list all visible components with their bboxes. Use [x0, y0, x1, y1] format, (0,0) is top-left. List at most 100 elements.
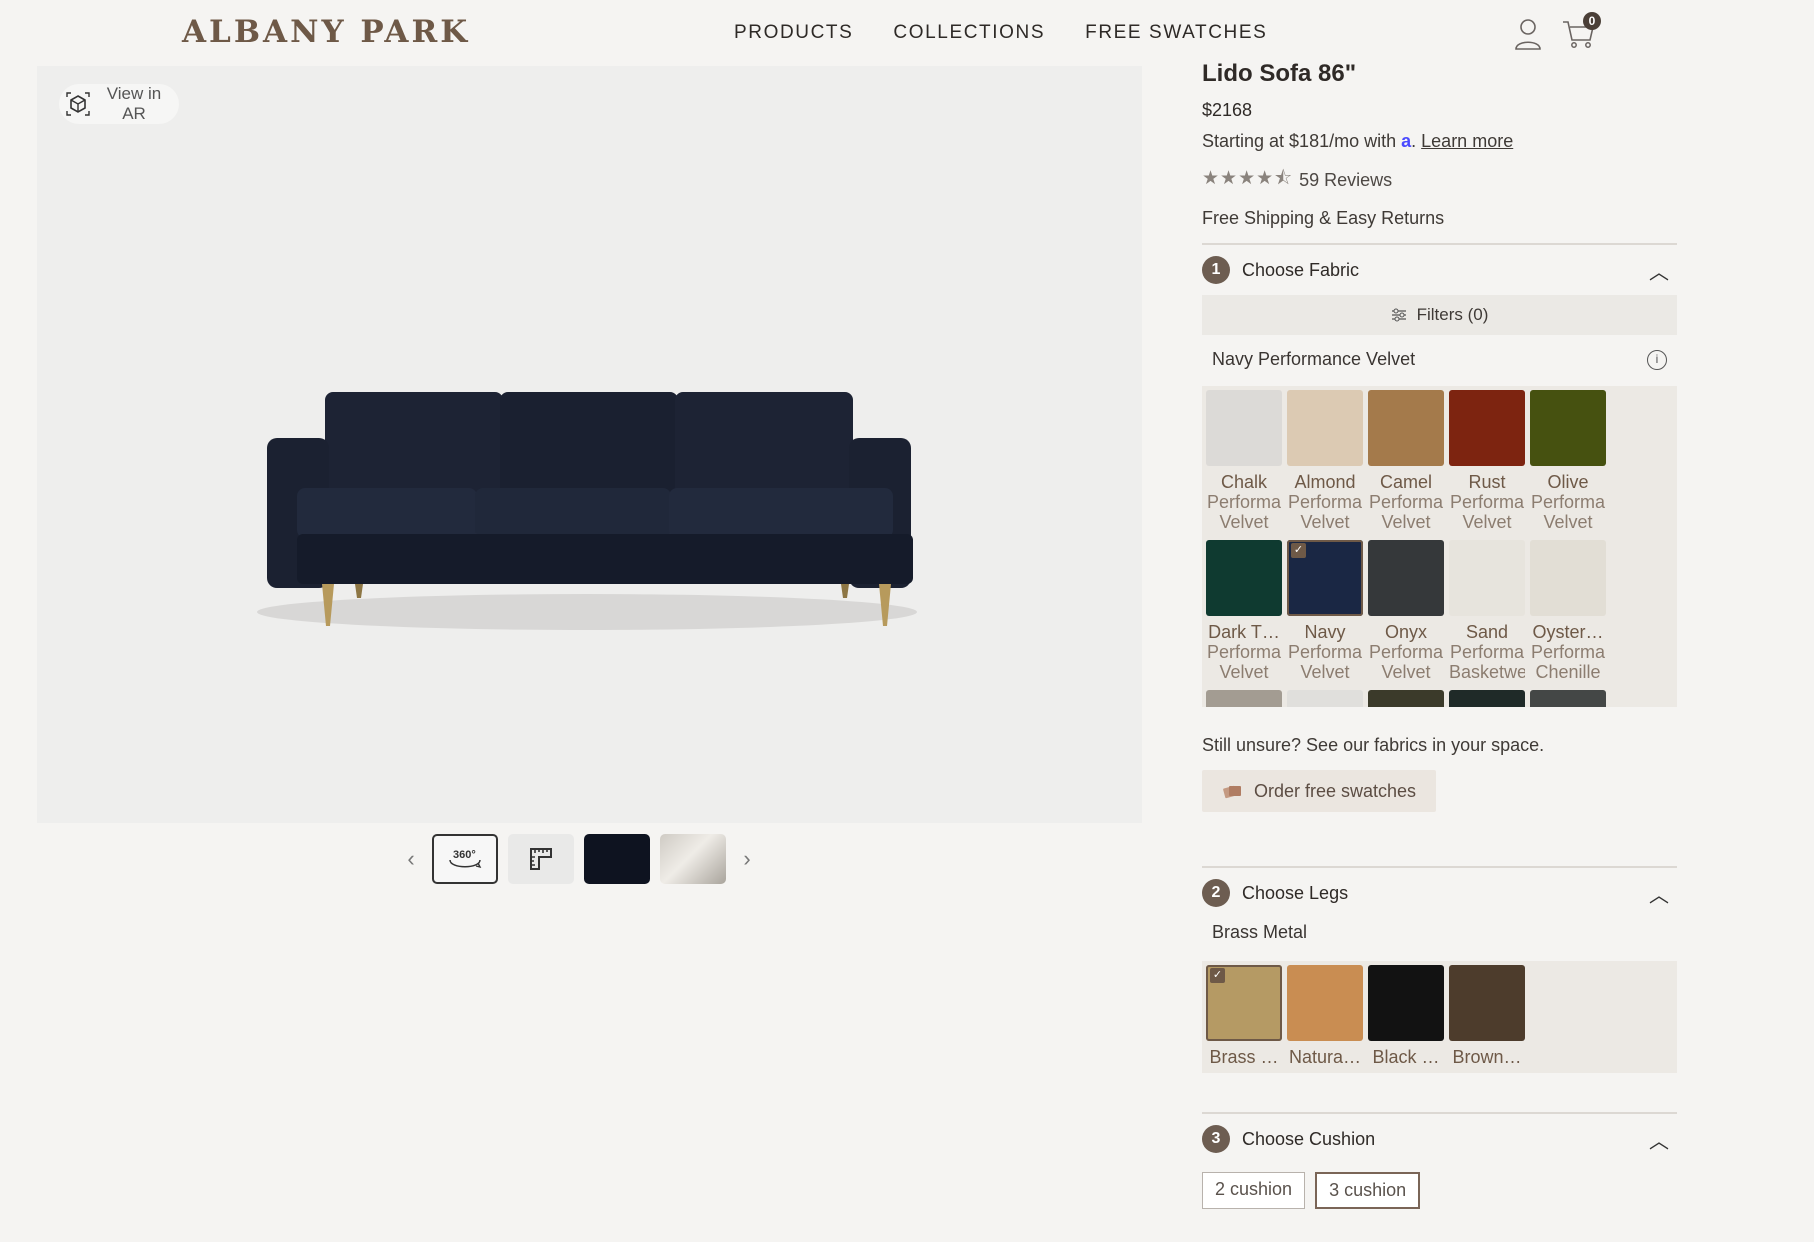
fabric-section-header[interactable]: 1 Choose Fabric ︿	[1202, 245, 1677, 295]
fabric-swatch[interactable]: Sand Performa Basketwe	[1449, 540, 1525, 682]
reviews-count[interactable]: 59 Reviews	[1299, 170, 1392, 191]
swatch-name: Onyx	[1384, 622, 1427, 642]
fabric-swatch[interactable]: Oyster… Performa Chenille	[1530, 540, 1606, 682]
gallery-thumbnails: ‹ 360° ›	[400, 834, 758, 884]
fabric-swatch-partial[interactable]	[1530, 690, 1606, 707]
fabric-chip[interactable]	[1530, 390, 1606, 466]
legs-swatch[interactable]: ✓ Brass …	[1206, 965, 1282, 1067]
legs-swatch[interactable]: Black …	[1368, 965, 1444, 1067]
swatch-material: Performa	[1287, 642, 1363, 662]
rating[interactable]: ★★★★⯪ 59 Reviews	[1202, 164, 1677, 196]
legs-chip[interactable]: ✓	[1206, 965, 1282, 1041]
fabric-chip[interactable]	[1530, 540, 1606, 616]
swatch-type: Basketwe	[1449, 662, 1525, 682]
fabric-chip[interactable]	[1287, 390, 1363, 466]
legs-swatch[interactable]: Natura…	[1287, 965, 1363, 1067]
swatch-name: Navy	[1304, 622, 1346, 642]
swatch-name: Chalk	[1220, 472, 1268, 492]
fabric-chip[interactable]	[1287, 690, 1363, 707]
order-swatches-label: Order free swatches	[1254, 780, 1417, 801]
swatch-name: Camel	[1379, 472, 1432, 492]
fabric-chip[interactable]	[1449, 690, 1525, 707]
swatch-name: Natura…	[1288, 1047, 1362, 1067]
swatch-type: Velvet	[1381, 662, 1431, 682]
swatch-material: Performa	[1287, 492, 1363, 512]
fabric-swatch[interactable]: Onyx Performa Velvet	[1368, 540, 1444, 682]
fabric-chip[interactable]	[1206, 690, 1282, 707]
fabric-chip[interactable]	[1449, 540, 1525, 616]
selected-fabric-name: Navy Performance Velvet	[1212, 349, 1416, 369]
fabric-chip[interactable]	[1368, 540, 1444, 616]
legs-chip[interactable]	[1368, 965, 1444, 1041]
fabric-swatch[interactable]: Camel Performa Velvet	[1368, 390, 1444, 532]
product-title: Lido Sofa 86"	[1202, 60, 1357, 87]
main-nav: PRODUCTS COLLECTIONS FREE SWATCHES	[734, 22, 1267, 44]
nav-products[interactable]: PRODUCTS	[734, 22, 853, 44]
fabric-swatch[interactable]: Almond Performa Velvet	[1287, 390, 1363, 532]
fabric-swatch[interactable]: Rust Performa Velvet	[1449, 390, 1525, 532]
swatch-name: Almond	[1294, 472, 1356, 492]
fabric-swatch-partial[interactable]	[1206, 690, 1282, 707]
swatch-name: Sand	[1465, 622, 1509, 642]
legs-section: 2 Choose Legs ︿ Brass Metal ✓ Brass … Natu…	[1202, 866, 1677, 1073]
financing-prefix: Starting at $181/mo with	[1202, 131, 1397, 151]
legs-chip[interactable]	[1449, 965, 1525, 1041]
thumb-room-scene[interactable]	[660, 834, 726, 884]
swatch-name: Rust	[1468, 472, 1506, 492]
fabric-swatch-partial[interactable]	[1368, 690, 1444, 707]
swatch-material: Performa	[1368, 492, 1444, 512]
check-icon: ✓	[1210, 968, 1225, 983]
fabric-chip[interactable]	[1368, 390, 1444, 466]
brand-logo[interactable]: ALBANY PARK	[182, 14, 470, 50]
fabric-chip[interactable]	[1206, 540, 1282, 616]
cushion-option-button[interactable]: 2 cushion	[1202, 1172, 1306, 1209]
fabric-chip[interactable]	[1206, 390, 1282, 466]
fabric-swatch[interactable]: Chalk Performa Velvet	[1206, 390, 1282, 532]
unsure-text: Still unsure? See our fabrics in your sp…	[1202, 735, 1545, 755]
chevron-up-icon[interactable]: ︿	[1649, 879, 1669, 908]
swatch-name: Black …	[1372, 1047, 1440, 1067]
nav-collections[interactable]: COLLECTIONS	[893, 22, 1045, 44]
fabric-swatch-partial[interactable]	[1449, 690, 1525, 707]
view-in-ar-button[interactable]: View in AR	[59, 84, 179, 124]
thumb-360[interactable]: 360°	[432, 834, 498, 884]
fabric-chip[interactable]: ✓	[1287, 540, 1363, 616]
legs-swatch[interactable]: Brown…	[1449, 965, 1525, 1067]
swatch-material: Performa	[1449, 492, 1525, 512]
prev-arrow-icon[interactable]: ‹	[400, 846, 422, 872]
info-icon[interactable]: i	[1647, 349, 1667, 370]
filters-button[interactable]: Filters (0)	[1202, 295, 1677, 335]
swatch-type: Velvet	[1381, 512, 1431, 532]
fabric-swatch[interactable]: ✓ Navy Performa Velvet	[1287, 540, 1363, 682]
fabric-section: 1 Choose Fabric ︿ Filters (0) Navy Perfo…	[1202, 243, 1677, 812]
legs-swatch-grid: ✓ Brass … Natura… Black … Brown…	[1202, 961, 1677, 1073]
legs-section-header[interactable]: 2 Choose Legs ︿	[1202, 868, 1677, 918]
fabric-chip[interactable]	[1449, 390, 1525, 466]
fabric-chip[interactable]	[1530, 690, 1606, 707]
fabric-swatch-grid: Chalk Performa Velvet Almond Performa Velvet C…	[1202, 386, 1677, 707]
cushion-section-title: Choose Cushion	[1242, 1128, 1376, 1149]
nav-free-swatches[interactable]: FREE SWATCHES	[1085, 22, 1267, 44]
thumb-dimensions[interactable]	[508, 834, 574, 884]
cushion-section-header[interactable]: 3 Choose Cushion ︿	[1202, 1114, 1677, 1164]
fabric-section-title: Choose Fabric	[1242, 259, 1360, 280]
fabric-swatch[interactable]: Dark T… Performa Velvet	[1206, 540, 1282, 682]
step-number: 1	[1202, 256, 1230, 284]
fabric-swatch[interactable]: Olive Performa Velvet	[1530, 390, 1606, 532]
order-swatches-button[interactable]: Order free swatches	[1202, 770, 1437, 812]
chevron-up-icon[interactable]: ︿	[1649, 256, 1669, 285]
legs-chip[interactable]	[1287, 965, 1363, 1041]
swatch-type: Velvet	[1219, 512, 1269, 532]
product-info: Lido Sofa 86" $2168 Starting at $181/mo …	[1202, 60, 1677, 229]
cushion-option-button[interactable]: 3 cushion	[1315, 1172, 1421, 1209]
next-arrow-icon[interactable]: ›	[736, 846, 758, 872]
chevron-up-icon[interactable]: ︿	[1649, 1125, 1669, 1154]
thumb-fabric-closeup[interactable]	[584, 834, 650, 884]
fabric-swatch-partial[interactable]	[1287, 690, 1363, 707]
account-icon[interactable]	[1514, 18, 1542, 50]
fabric-chip[interactable]	[1368, 690, 1444, 707]
selected-fabric-row: Navy Performance Velvet i	[1202, 349, 1677, 370]
learn-more-link[interactable]: Learn more	[1421, 131, 1513, 151]
swatch-material: Performa	[1530, 492, 1606, 512]
swatch-type: Velvet	[1300, 662, 1350, 682]
